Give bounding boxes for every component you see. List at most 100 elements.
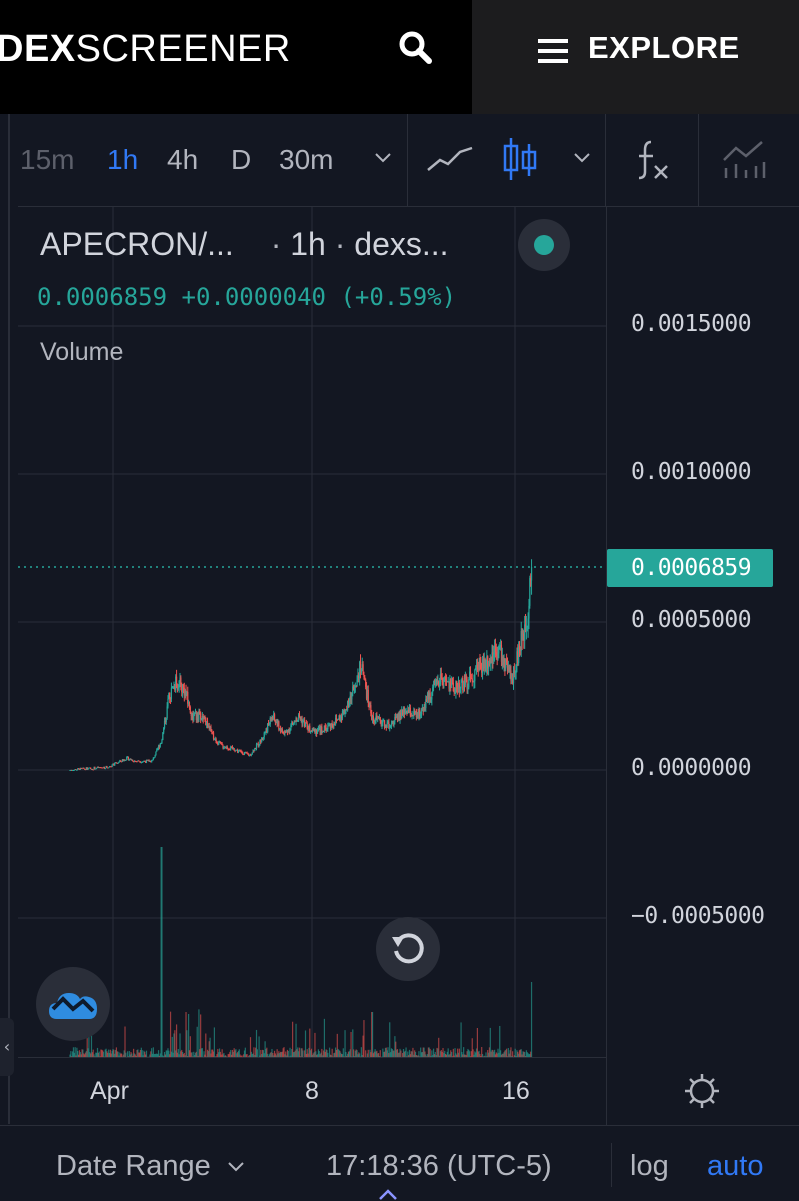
volume-bar [170,1012,171,1057]
explore-menu-button[interactable]: EXPLORE [472,0,799,114]
candle-body [474,670,475,681]
date-range-label: Date Range [56,1150,211,1182]
volume-bar [353,1049,354,1057]
logo-light-text: SCREENER [76,28,291,70]
auto-scale-toggle[interactable]: auto [707,1150,763,1183]
pair-symbol: APECRON/... [40,226,234,262]
timeframe-4h[interactable]: 4h [167,144,198,176]
legend-interval: 1h [290,226,326,262]
timeframe-30m[interactable]: 30m [279,144,333,176]
toolbar-divider [605,114,606,206]
volume-bar [186,1030,187,1057]
volume-bar [257,1049,258,1057]
candle-body [160,744,161,748]
explore-label: EXPLORE [588,30,740,66]
timeframe-dropdown-chevron-icon[interactable] [374,152,392,164]
candle-body [274,714,275,720]
legend-separator: · [335,226,346,262]
chart-toolbar: 15m 1h 4h D 30m [18,114,799,207]
chart-type-dropdown-chevron-icon[interactable] [573,152,591,164]
candle-body [161,740,162,743]
reset-chart-button[interactable] [376,917,440,981]
volume-bar [430,1049,431,1057]
candle-body [76,770,77,771]
price-axis-divider [606,207,607,1125]
volume-bar [363,1020,364,1057]
candle-body [106,766,107,768]
legend-change-pct: (+0.59%) [340,283,456,311]
hamburger-menu-icon [538,38,568,64]
volume-bar [332,1049,333,1057]
tradingview-cloud-icon [47,985,99,1023]
price-axis-label: 0.0010000 [631,459,751,485]
candle-body [460,682,461,688]
volume-bar [292,1022,293,1057]
volume-bar [205,1033,206,1057]
search-icon [396,28,436,68]
candle-body [171,688,172,700]
price-axis-label: 0.0015000 [631,311,751,337]
reset-rotate-icon [390,931,426,967]
volume-bar [506,1049,507,1057]
timeframe-d[interactable]: D [231,144,251,176]
current-price-tag: 0.0006859 [607,549,773,587]
volume-bar [365,1050,366,1057]
volume-bar [459,1049,460,1057]
price-axis-label: 0.0005000 [631,607,751,633]
candle-body [167,699,168,706]
candle-body [83,768,84,769]
timeframe-1h[interactable]: 1h [107,144,138,176]
line-chart-type-icon[interactable] [426,144,474,174]
volume-bar [202,1048,203,1057]
timezone-clock[interactable]: 17:18:36 (UTC-5) [326,1150,552,1183]
chart-settings-button[interactable] [684,1073,720,1113]
time-axis-label: 16 [502,1077,530,1106]
volume-bar [389,1022,390,1057]
compare-chart-icon[interactable] [722,138,768,180]
search-button[interactable] [396,28,436,68]
candle-body [336,718,337,720]
volume-bar [161,847,162,1057]
volume-indicator-label[interactable]: Volume [40,338,123,367]
time-axis-label: 8 [305,1077,319,1106]
candle-body [218,743,219,745]
candle-body [256,744,257,749]
market-open-dot-icon [534,235,554,255]
toolbar-divider [698,114,699,206]
volume-bar [258,1036,259,1057]
legend-price: 0.0006859 [37,283,167,311]
price-axis-label: 0.0000000 [631,755,751,781]
volume-bar [531,982,532,1057]
candle-body [120,760,121,761]
volume-bar [289,1048,290,1057]
volume-bar [176,1024,177,1057]
dex-screener-logo[interactable]: DEXSCREENER [0,28,291,71]
candlestick-chart-type-icon[interactable] [502,136,538,182]
timeframe-15m[interactable]: 15m [20,144,74,176]
candle-body [96,768,97,769]
volume-bar [515,1049,516,1057]
candle-body [151,761,152,763]
date-range-selector[interactable]: Date Range [56,1150,245,1183]
candle-body [118,763,119,764]
volume-bar [324,1019,325,1057]
candle-body [327,726,328,729]
volume-bar [197,1027,198,1057]
volume-bar [372,1012,373,1057]
candle-body [105,768,106,769]
candle-body [155,751,156,755]
collapse-sidebar-tab[interactable]: ‹ [0,1018,14,1076]
market-status-indicator[interactable] [518,219,570,271]
tradingview-logo-button[interactable] [36,967,110,1041]
chart-legend-title[interactable]: APECRON/... · 1h · dexs... [40,226,449,263]
log-scale-toggle[interactable]: log [630,1150,669,1183]
price-axis-label: −0.0005000 [631,903,764,929]
gear-icon [684,1073,720,1109]
price-chart-canvas[interactable] [18,207,607,1057]
bottom-bar-divider [611,1143,612,1187]
scroll-up-arrow-icon[interactable] [378,1188,398,1200]
legend-price-values: 0.0006859 +0.0000040 (+0.59%) [37,283,456,311]
candle-body [531,567,532,581]
indicators-fx-icon[interactable] [635,138,669,182]
legend-change: +0.0000040 [182,283,327,311]
